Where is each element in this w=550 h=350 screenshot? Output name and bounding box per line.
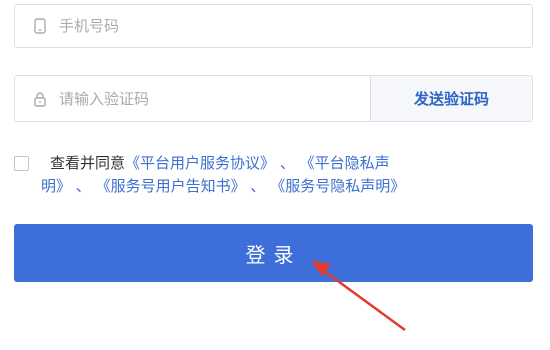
agreement-separator: 、 [279,154,295,172]
link-platform-user-agreement[interactable]: 《平台用户服务协议》 [125,154,275,172]
agreement-section: 查看并同意《平台用户服务协议》 、 《平台隐私声 明》 、 《服务号用户告知书》… [14,152,534,198]
agreement-line-1: 查看并同意《平台用户服务协议》 、 《平台隐私声 [14,152,534,175]
lock-icon [32,91,48,107]
login-button[interactable]: 登录 [14,224,533,282]
link-service-privacy-statement[interactable]: 《服务号隐私声明》 [270,177,405,195]
agreement-checkbox[interactable] [14,156,29,171]
agreement-separator: 、 [75,177,91,195]
link-platform-privacy-statement-part1[interactable]: 《平台隐私声 [300,154,390,172]
login-form: 发送验证码 查看并同意《平台用户服务协议》 、 《平台隐私声 明》 、 《服务号… [0,0,550,350]
link-platform-privacy-statement-part2[interactable]: 明》 [41,177,71,195]
phone-icon [32,18,48,34]
link-service-user-notice[interactable]: 《服务号用户告知书》 [96,177,246,195]
agreement-prefix: 查看并同意 [50,154,126,172]
agreement-line-2: 明》 、 《服务号用户告知书》 、 《服务号隐私声明》 [14,175,534,198]
verification-code-field[interactable]: 发送验证码 [14,75,533,122]
verification-code-input[interactable] [59,76,370,121]
send-code-button[interactable]: 发送验证码 [370,76,532,121]
phone-field[interactable] [14,4,533,48]
phone-input[interactable] [59,5,532,47]
agreement-separator: 、 [250,177,266,195]
